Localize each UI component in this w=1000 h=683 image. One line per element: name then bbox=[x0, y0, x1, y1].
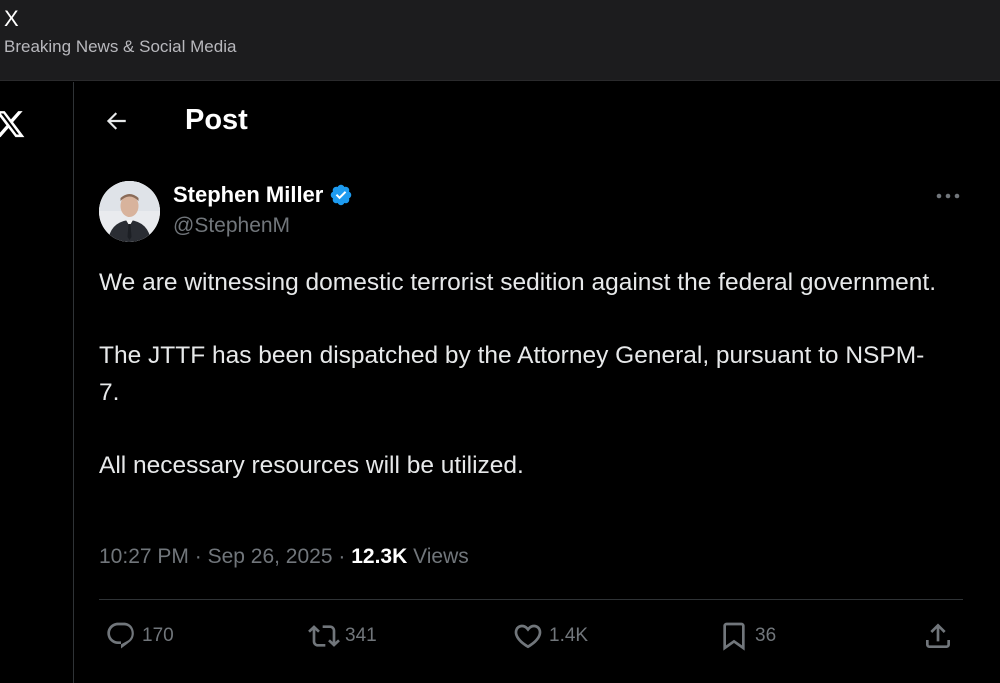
reply-button[interactable]: 170 bbox=[105, 619, 174, 653]
app-name: X bbox=[4, 6, 19, 31]
views-count[interactable]: 12.3K bbox=[351, 545, 407, 568]
verified-badge-icon bbox=[331, 184, 352, 206]
views-label: Views bbox=[413, 545, 469, 568]
repost-icon bbox=[308, 625, 340, 647]
like-count: 1.4K bbox=[549, 625, 589, 646]
app-subtitle: Breaking News & Social Media bbox=[4, 37, 237, 56]
divider bbox=[99, 599, 963, 600]
repost-count: 341 bbox=[345, 625, 377, 646]
meta-separator: · bbox=[194, 545, 202, 568]
author-handle[interactable]: @StephenM bbox=[173, 214, 290, 238]
tweet-date[interactable]: Sep 26, 2025 bbox=[208, 545, 333, 568]
bookmark-count: 36 bbox=[755, 625, 777, 646]
more-horizontal-icon bbox=[936, 193, 960, 199]
tweet-time[interactable]: 10:27 PM bbox=[99, 545, 189, 568]
tweet-meta: 10:27 PM · Sep 26, 2025 · 12.3K Views bbox=[99, 545, 469, 569]
avatar[interactable] bbox=[99, 181, 160, 242]
author-display-name[interactable]: Stephen Miller bbox=[173, 182, 323, 208]
reply-icon bbox=[107, 622, 134, 649]
bookmark-icon bbox=[723, 622, 745, 651]
page-title: Post bbox=[185, 104, 248, 136]
tweet-paragraph: All necessary resources will be utilized… bbox=[99, 452, 524, 479]
bookmark-button[interactable]: 36 bbox=[718, 619, 776, 653]
repost-button[interactable]: 341 bbox=[308, 619, 377, 653]
heart-icon bbox=[514, 624, 542, 649]
share-button[interactable] bbox=[922, 619, 954, 653]
x-logo-icon[interactable] bbox=[0, 108, 26, 140]
window-titlebar: X Breaking News & Social Media bbox=[0, 0, 1000, 81]
post-header: Post bbox=[75, 82, 1000, 162]
meta-separator: · bbox=[338, 545, 346, 568]
reply-count: 170 bbox=[142, 625, 174, 646]
share-icon bbox=[926, 623, 950, 648]
tweet-paragraph: The JTTF has been dispatched by the Atto… bbox=[99, 342, 925, 406]
left-nav-rail bbox=[0, 82, 74, 683]
like-button[interactable]: 1.4K bbox=[512, 619, 588, 653]
back-button[interactable] bbox=[101, 106, 131, 136]
more-button[interactable] bbox=[934, 186, 962, 206]
author-name-row: Stephen Miller bbox=[173, 182, 353, 208]
tweet-text: We are witnessing domestic terrorist sed… bbox=[99, 264, 939, 520]
avatar-image bbox=[99, 181, 160, 242]
tweet-paragraph: We are witnessing domestic terrorist sed… bbox=[99, 269, 937, 296]
arrow-left-icon bbox=[106, 112, 126, 130]
